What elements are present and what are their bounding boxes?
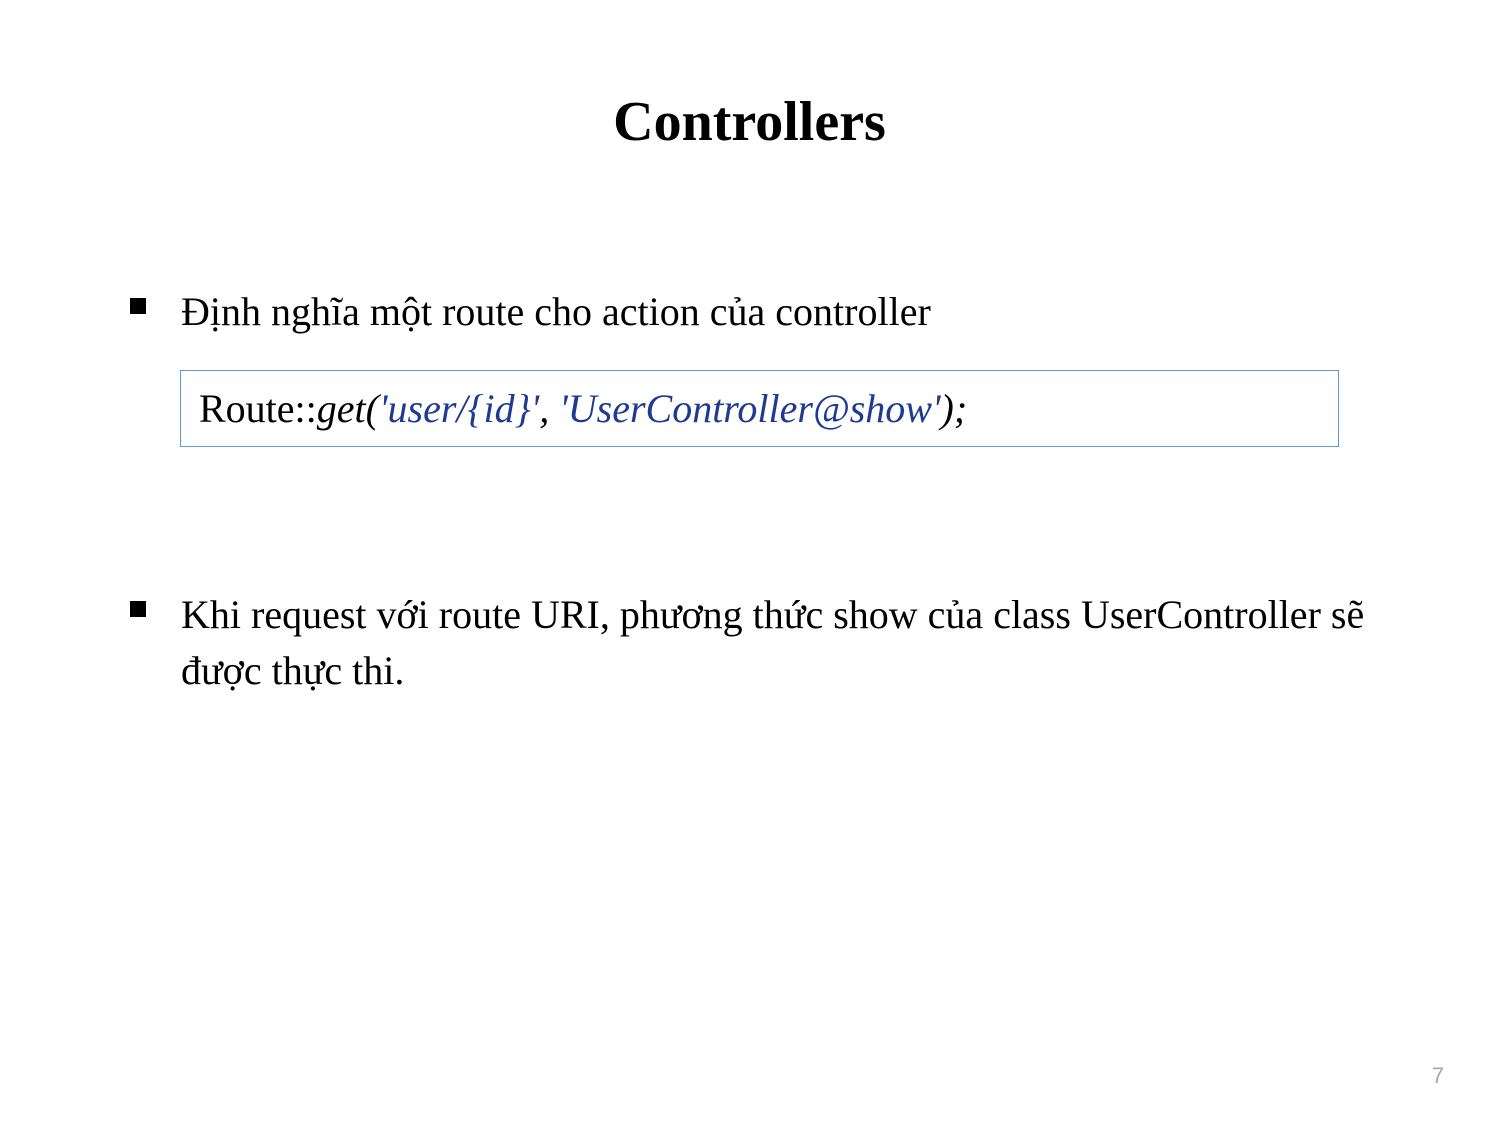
- code-arg-2: 'UserController@show': [559, 386, 940, 431]
- square-bullet-icon: [130, 298, 146, 314]
- bullet-text-2: Khi request với route URI, phương thức s…: [181, 587, 1399, 699]
- code-method: get(: [317, 386, 379, 431]
- bullet-text-1: Định nghĩa một route cho action của cont…: [181, 284, 931, 340]
- code-suffix: );: [941, 386, 968, 431]
- bullet-item-1: Định nghĩa một route cho action của cont…: [100, 284, 1399, 340]
- code-separator: ,: [539, 386, 559, 431]
- page-number: 7: [1432, 1063, 1444, 1089]
- square-bullet-icon: [130, 601, 146, 617]
- bullet-item-2: Khi request với route URI, phương thức s…: [100, 587, 1399, 699]
- slide-title: Controllers: [100, 90, 1399, 154]
- code-class-prefix: Route::: [199, 386, 317, 431]
- code-arg-1: 'user/{id}': [379, 386, 539, 431]
- code-snippet: Route::get('user/{id}', 'UserController@…: [199, 386, 967, 431]
- code-example-box: Route::get('user/{id}', 'UserController@…: [180, 370, 1339, 447]
- slide-container: Controllers Định nghĩa một route cho act…: [0, 0, 1499, 1124]
